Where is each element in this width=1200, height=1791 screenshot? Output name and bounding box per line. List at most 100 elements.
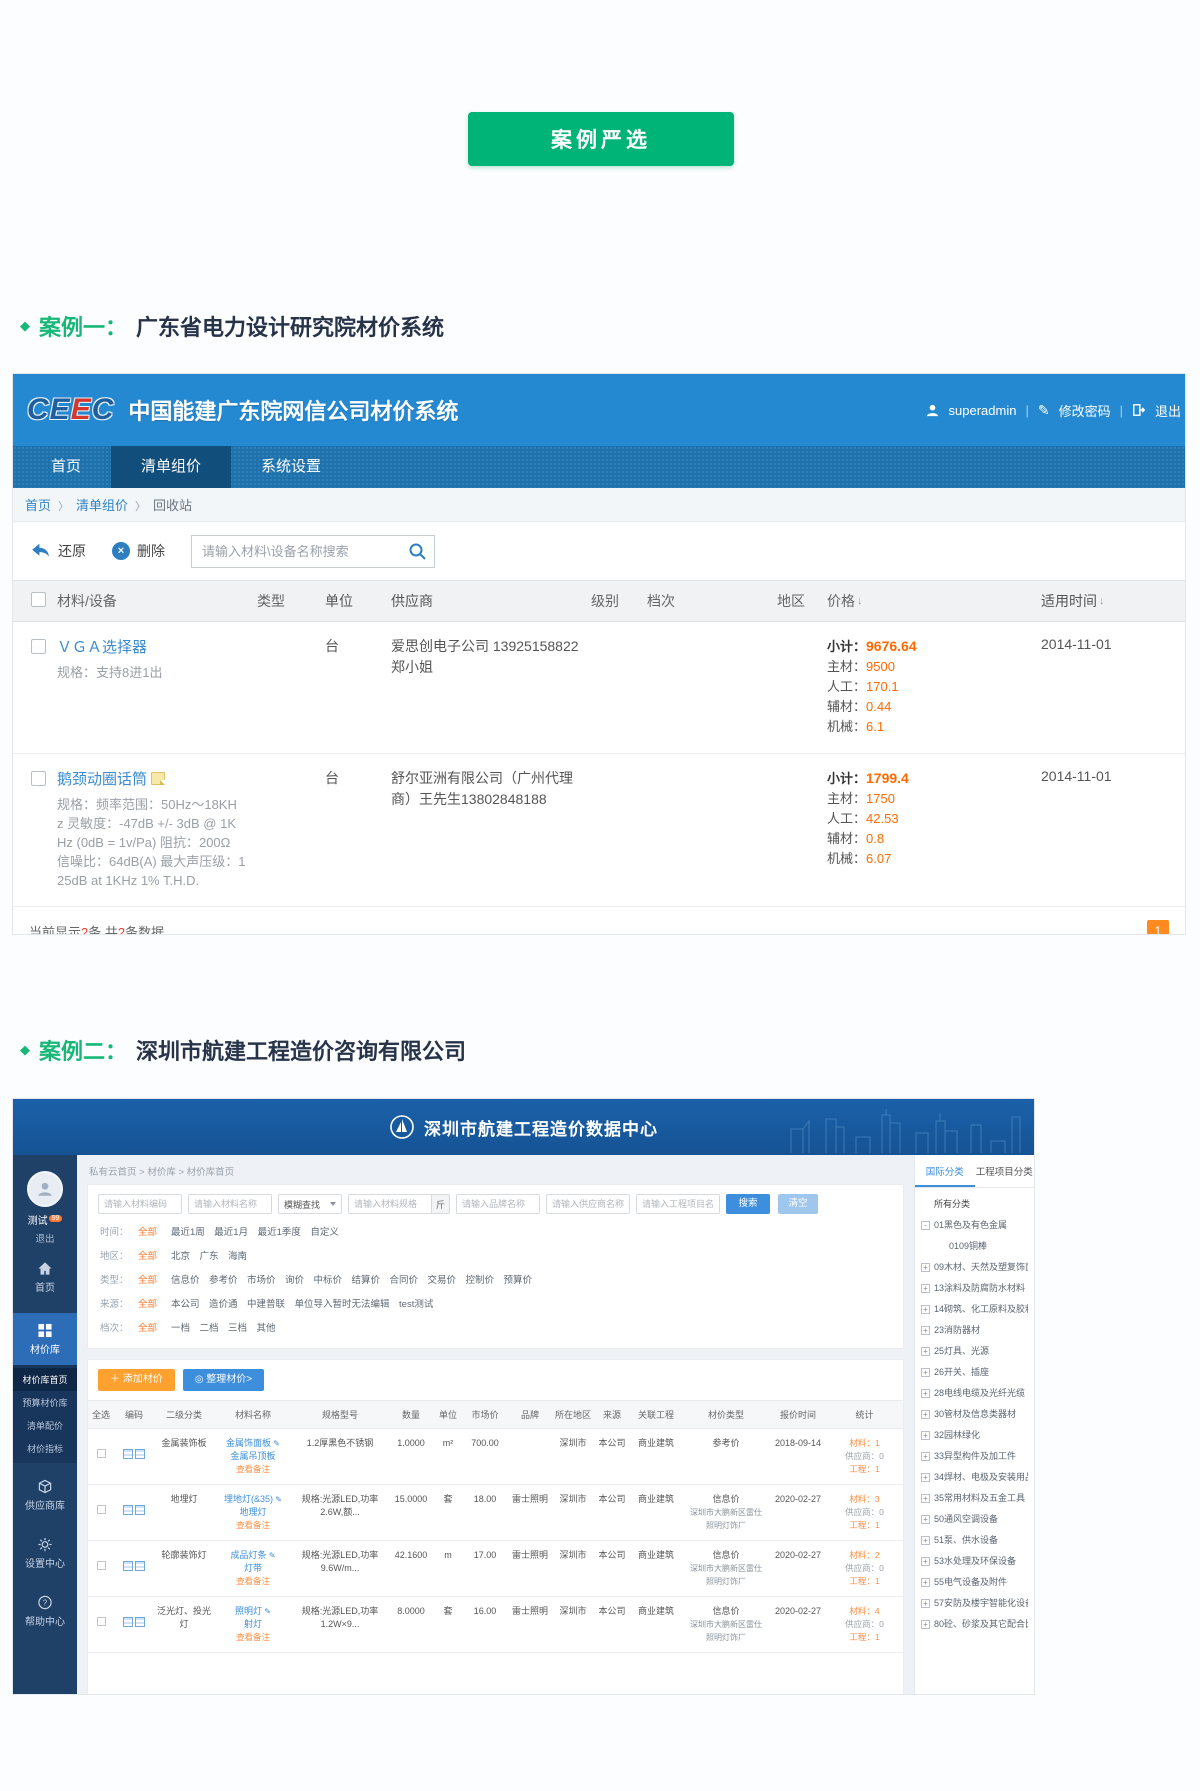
expand-toggle-icon[interactable]: +	[921, 1536, 930, 1545]
tree-item[interactable]: + 30管材及信息类器材	[921, 1404, 1028, 1425]
tree-item[interactable]: + 23消防器材	[921, 1320, 1028, 1341]
project-input[interactable]	[636, 1194, 720, 1214]
filter-options[interactable]: 最近1周 最近1月 最近1季度 自定义	[171, 1226, 339, 1240]
expand-toggle-icon[interactable]	[936, 1242, 945, 1251]
tree-item[interactable]: - 01黑色及有色金属	[921, 1215, 1028, 1236]
expand-toggle-icon[interactable]: +	[921, 1557, 930, 1566]
tree-item[interactable]: + 32园林绿化	[921, 1425, 1028, 1446]
filter-options[interactable]: 一档 二档 三档 其他	[171, 1322, 276, 1336]
search-input[interactable]	[191, 535, 435, 568]
sidebar-submenu-item[interactable]: 材价指标	[13, 1437, 77, 1460]
expand-toggle-icon[interactable]: +	[921, 1389, 930, 1398]
tree-item[interactable]: + 34焊材、电极及安装用品等五金	[921, 1467, 1028, 1488]
code-icons[interactable]	[114, 1493, 154, 1519]
filter-options[interactable]: 北京 广东 海南	[171, 1250, 247, 1264]
material-name-link[interactable]: 鹅颈动圈话筒	[57, 771, 147, 788]
material-alias-link[interactable]: 灯带	[214, 1562, 292, 1575]
stat-project[interactable]: 工程：1	[826, 1575, 903, 1588]
sidebar-logout[interactable]: 退出	[35, 1231, 54, 1245]
material-alias-link[interactable]: 射灯	[214, 1618, 292, 1631]
expand-toggle-icon[interactable]: -	[921, 1221, 930, 1230]
filter-options[interactable]: 信息价 参考价 市场价 询价 中标价 结算价 合同价 交易价 控制价 预算价	[171, 1274, 532, 1288]
filter-option-all[interactable]: 全部	[138, 1322, 157, 1336]
stat-supplier[interactable]: 供应商：0	[826, 1450, 903, 1463]
material-code-input[interactable]	[98, 1194, 182, 1214]
stat-supplier[interactable]: 供应商：0	[826, 1618, 903, 1631]
tree-item[interactable]: + 35常用材料及五金工具	[921, 1488, 1028, 1509]
note-icon[interactable]	[151, 772, 165, 785]
expand-toggle-icon[interactable]: +	[921, 1473, 930, 1482]
tree-item[interactable]: + 51泵、供水设备	[921, 1530, 1028, 1551]
tree-item[interactable]: 0109铜棒	[921, 1236, 1028, 1257]
filter-option-all[interactable]: 全部	[138, 1226, 157, 1240]
stat-project[interactable]: 工程：1	[826, 1631, 903, 1644]
sidebar-item-material-lib[interactable]: 材价库	[13, 1313, 77, 1365]
filter-option-all[interactable]: 全部	[138, 1250, 157, 1264]
filter-options[interactable]: 本公司 造价通 中建普联 单位导入暂时无法编辑 test测试	[171, 1298, 433, 1312]
tree-item[interactable]: + 28电线电缆及光纤光缆	[921, 1383, 1028, 1404]
filter-option-all[interactable]: 全部	[138, 1298, 157, 1312]
code-icons[interactable]	[114, 1437, 154, 1463]
material-spec-input[interactable]	[348, 1194, 432, 1214]
row-checkbox[interactable]	[31, 639, 46, 654]
expand-toggle-icon[interactable]: +	[921, 1410, 930, 1419]
row-checkbox[interactable]	[31, 771, 46, 786]
tree-item[interactable]: 所有分类	[921, 1194, 1028, 1215]
stat-supplier[interactable]: 供应商：0	[826, 1506, 903, 1519]
tree-item[interactable]: + 80砼、砂浆及其它配合比材料	[921, 1614, 1028, 1635]
tree-item[interactable]: + 33异型构件及加工件	[921, 1446, 1028, 1467]
sidebar-item-help[interactable]: ? 帮助中心	[13, 1585, 77, 1637]
code-icons[interactable]	[114, 1605, 154, 1631]
breadcrumb-item[interactable]: 首页	[25, 495, 51, 514]
stat-material[interactable]: 材料：3	[826, 1493, 903, 1506]
category-tab[interactable]: 国际分类	[915, 1155, 975, 1187]
expand-toggle-icon[interactable]: +	[921, 1515, 930, 1524]
clear-button[interactable]: 清空	[778, 1194, 818, 1214]
tree-item[interactable]: + 53水处理及环保设备	[921, 1551, 1028, 1572]
search-button[interactable]: 搜索	[726, 1194, 770, 1214]
stat-material[interactable]: 材料：1	[826, 1437, 903, 1450]
row-checkbox[interactable]	[97, 1617, 106, 1626]
sidebar-item-settings[interactable]: 设置中心	[13, 1527, 77, 1579]
tree-item[interactable]: + 25灯具、光源	[921, 1341, 1028, 1362]
sidebar-item-home[interactable]: 首页	[13, 1251, 77, 1303]
tree-item[interactable]: + 50通风空调设备	[921, 1509, 1028, 1530]
expand-toggle-icon[interactable]: +	[921, 1599, 930, 1608]
view-note-link[interactable]: 查看备注	[214, 1463, 292, 1476]
row-checkbox[interactable]	[97, 1561, 106, 1570]
delete-button[interactable]: 删除	[112, 541, 165, 561]
breadcrumb-item[interactable]: 回收站	[128, 495, 192, 514]
brand-input[interactable]	[456, 1194, 540, 1214]
select-all-checkbox[interactable]	[31, 592, 46, 607]
material-name-link[interactable]: 照明灯	[235, 1606, 271, 1616]
logout-link[interactable]: 退出	[1155, 401, 1181, 420]
stat-project[interactable]: 工程：1	[826, 1519, 903, 1532]
row-checkbox[interactable]	[97, 1449, 106, 1458]
stat-material[interactable]: 材料：4	[826, 1605, 903, 1618]
sidebar-item-supplier-lib[interactable]: 供应商库	[13, 1469, 77, 1521]
expand-toggle-icon[interactable]: +	[921, 1620, 930, 1629]
expand-toggle-icon[interactable]: +	[921, 1305, 930, 1314]
change-password-link[interactable]: 修改密码	[1059, 401, 1111, 420]
expand-toggle-icon[interactable]: +	[921, 1452, 930, 1461]
stat-supplier[interactable]: 供应商：0	[826, 1562, 903, 1575]
page-1-button[interactable]: 1	[1147, 920, 1169, 935]
breadcrumb-item[interactable]: 清单组价	[51, 495, 128, 514]
row-checkbox[interactable]	[97, 1505, 106, 1514]
material-name-link[interactable]: 成品灯条	[231, 1550, 276, 1560]
tree-item[interactable]: + 13涂料及防腐防水材料	[921, 1278, 1028, 1299]
material-alias-link[interactable]: 地理灯	[214, 1506, 292, 1519]
sidebar-submenu-item[interactable]: 清单配价	[13, 1414, 77, 1437]
view-note-link[interactable]: 查看备注	[214, 1519, 292, 1532]
code-icons[interactable]	[114, 1549, 154, 1575]
material-name-link[interactable]: 金属饰面板	[226, 1438, 280, 1448]
stat-project[interactable]: 工程：1	[826, 1463, 903, 1476]
tree-item[interactable]: + 57安防及楼宇智能化设备	[921, 1593, 1028, 1614]
view-note-link[interactable]: 查看备注	[214, 1631, 292, 1644]
sidebar-submenu-item[interactable]: 材价库首页	[13, 1368, 77, 1391]
expand-toggle-icon[interactable]	[921, 1200, 930, 1209]
tree-item[interactable]: + 14砌筑、化工原料及胶粘材料	[921, 1299, 1028, 1320]
expand-toggle-icon[interactable]: +	[921, 1263, 930, 1272]
search-icon[interactable]	[408, 542, 427, 561]
tree-item[interactable]: + 26开关、插座	[921, 1362, 1028, 1383]
